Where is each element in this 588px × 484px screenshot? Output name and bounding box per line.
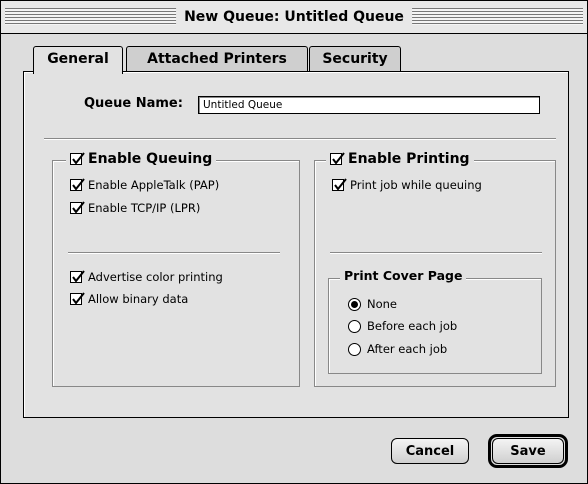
tab-security[interactable]: Security — [309, 46, 401, 73]
radio-icon — [348, 342, 361, 356]
checkbox-icon — [332, 178, 347, 191]
binary-data-checkbox[interactable]: Allow binary data — [70, 292, 188, 306]
print-while-queuing-checkbox[interactable]: Print job while queuing — [332, 178, 482, 192]
checkbox-icon — [70, 178, 85, 191]
cover-after-radio[interactable]: After each job — [348, 342, 447, 356]
divider — [330, 252, 542, 254]
appletalk-label: Enable AppleTalk (PAP) — [88, 178, 220, 192]
cover-none-radio[interactable]: None — [348, 297, 397, 311]
cover-before-radio[interactable]: Before each job — [348, 319, 457, 333]
print-while-queuing-label: Print job while queuing — [350, 178, 482, 192]
cover-page-title: Print Cover Page — [340, 268, 467, 283]
cancel-button[interactable]: Cancel — [391, 438, 469, 464]
cover-none-label: None — [367, 297, 398, 311]
cover-after-label: After each job — [367, 342, 448, 356]
cover-before-label: Before each job — [367, 319, 458, 333]
title-bar[interactable]: New Queue: Untitled Queue — [1, 1, 587, 34]
tab-general[interactable]: General — [33, 46, 123, 74]
advertise-color-checkbox[interactable]: Advertise color printing — [70, 270, 223, 284]
checkbox-icon — [70, 152, 85, 165]
radio-selected-icon — [348, 297, 361, 311]
queue-name-input[interactable]: Untitled Queue — [198, 96, 540, 114]
window-title: New Queue: Untitled Queue — [176, 6, 412, 28]
advertise-color-label: Advertise color printing — [88, 270, 223, 284]
enable-printing-checkbox[interactable]: Enable Printing — [326, 151, 474, 167]
tab-attached-printers[interactable]: Attached Printers — [126, 46, 308, 73]
checkbox-icon — [330, 152, 345, 165]
checkbox-icon — [70, 270, 85, 283]
binary-data-label: Allow binary data — [88, 292, 189, 306]
divider — [44, 138, 556, 140]
save-button[interactable]: Save — [492, 438, 564, 464]
enable-printing-label: Enable Printing — [348, 151, 470, 167]
cover-page-label: Print Cover Page — [344, 268, 463, 283]
enable-queuing-checkbox[interactable]: Enable Queuing — [66, 151, 217, 167]
general-tab-panel: Queue Name: Untitled Queue Enable Queuin… — [23, 71, 569, 418]
tcpip-label: Enable TCP/IP (LPR) — [88, 201, 201, 215]
queue-name-label: Queue Name: — [84, 96, 183, 111]
appletalk-checkbox[interactable]: Enable AppleTalk (PAP) — [70, 178, 219, 192]
divider — [68, 252, 280, 254]
radio-icon — [348, 319, 361, 333]
dialog-window: New Queue: Untitled Queue General Attach… — [0, 0, 588, 484]
tcpip-checkbox[interactable]: Enable TCP/IP (LPR) — [70, 201, 200, 215]
enable-queuing-label: Enable Queuing — [88, 151, 213, 167]
checkbox-icon — [70, 292, 85, 305]
checkbox-icon — [70, 201, 85, 214]
